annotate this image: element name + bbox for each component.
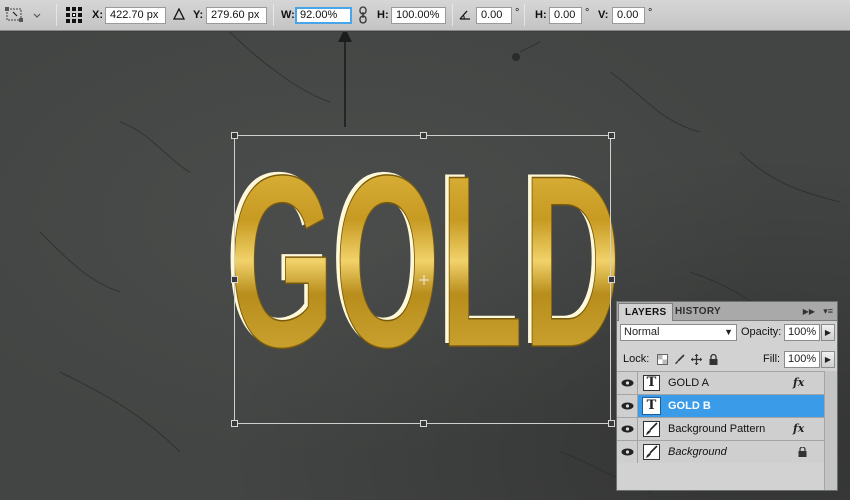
transform-handle-top-right[interactable]	[608, 132, 615, 139]
x-position-field[interactable]: 422.70 px	[105, 7, 166, 24]
layer-effects-icon[interactable]: fx	[793, 376, 804, 389]
width-scale-field[interactable]: 92.00%	[295, 7, 352, 24]
y-position-field[interactable]: 279.60 px	[206, 7, 267, 24]
link-icon[interactable]	[359, 6, 367, 24]
vertical-skew-label: V:	[598, 9, 609, 21]
tool-preset-picker[interactable]	[4, 5, 50, 25]
fill-field[interactable]: 100%	[784, 351, 820, 368]
layer-row-gold-b[interactable]: T GOLD B ▼	[617, 394, 837, 417]
fill-slider-button[interactable]: ▶	[821, 351, 835, 368]
tab-history[interactable]: HISTORY	[669, 303, 727, 321]
collapse-icon[interactable]: ▶▶	[803, 307, 815, 316]
layer-lock-icon	[798, 447, 807, 457]
degree-symbol: °	[515, 7, 520, 19]
lock-brush-icon[interactable]	[674, 354, 685, 365]
opacity-label: Opacity:	[741, 326, 782, 338]
lock-options	[657, 353, 719, 365]
brush-layer-thumbnail-icon	[643, 444, 660, 460]
lock-label: Lock:	[623, 353, 650, 365]
width-label: W:	[281, 9, 295, 21]
relative-positioning-icon[interactable]	[173, 8, 185, 20]
layer-name: Background	[668, 446, 727, 458]
transform-tool-icon	[5, 7, 23, 22]
brush-layer-thumbnail-icon	[643, 421, 660, 437]
options-bar: X: 422.70 px Y: 279.60 px W: 92.00% H: 1…	[0, 0, 850, 31]
rotate-angle-icon	[459, 10, 470, 20]
lock-transparent-icon[interactable]	[657, 354, 668, 365]
opacity-field[interactable]: 100%	[784, 324, 820, 341]
degree-symbol: °	[648, 7, 653, 19]
layer-name: GOLD B	[668, 400, 711, 412]
layer-name: GOLD A	[668, 377, 709, 389]
layer-effects-icon[interactable]: fx	[793, 422, 804, 435]
x-label: X:	[92, 9, 103, 21]
height-label: H:	[377, 9, 389, 21]
layers-panel: LAYERS HISTORY ▶▶ ▾≡ Normal ▼ Opacity: 1…	[616, 301, 838, 491]
layer-row-gold-a[interactable]: T GOLD A fx ▼	[617, 371, 837, 394]
layer-row-background[interactable]: Background	[617, 440, 837, 463]
panel-tab-bar: LAYERS HISTORY ▶▶ ▾≡	[617, 302, 837, 321]
y-label: Y:	[193, 9, 204, 21]
transform-handle-left[interactable]	[231, 276, 238, 283]
separator	[452, 4, 453, 26]
degree-symbol: °	[585, 7, 590, 19]
visibility-eye-icon[interactable]	[617, 441, 638, 463]
height-scale-field[interactable]: 100.00%	[391, 7, 446, 24]
transform-handle-bottom[interactable]	[420, 420, 427, 427]
lock-move-icon[interactable]	[691, 354, 702, 365]
transform-handle-top[interactable]	[420, 132, 427, 139]
text-layer-thumbnail-icon: T	[642, 397, 661, 415]
separator	[524, 4, 525, 26]
layers-scrollbar[interactable]	[824, 371, 837, 490]
transform-handle-top-left[interactable]	[231, 132, 238, 139]
rotate-field[interactable]: 0.00	[476, 7, 512, 24]
vertical-skew-field[interactable]: 0.00	[612, 7, 645, 24]
tab-layers[interactable]: LAYERS	[618, 303, 674, 321]
horizontal-skew-field[interactable]: 0.00	[549, 7, 582, 24]
layer-row-background-pattern[interactable]: Background Pattern fx ▼	[617, 417, 837, 440]
layers-list: T GOLD A fx ▼ T GOLD B ▼ Background Patt…	[617, 371, 837, 463]
transform-bounding-box[interactable]	[234, 135, 611, 424]
transform-handle-right[interactable]	[608, 276, 615, 283]
visibility-eye-icon[interactable]	[617, 395, 638, 417]
layer-name: Background Pattern	[668, 423, 766, 435]
blend-mode-value: Normal	[624, 326, 660, 338]
separator	[273, 4, 274, 26]
reference-point-locator[interactable]	[66, 7, 83, 24]
transform-handle-bottom-right[interactable]	[608, 420, 615, 427]
opacity-slider-button[interactable]: ▶	[821, 324, 835, 341]
text-layer-thumbnail-icon: T	[643, 375, 660, 391]
transform-handle-bottom-left[interactable]	[231, 420, 238, 427]
chevron-down-icon: ▼	[724, 327, 733, 337]
separator	[56, 4, 57, 26]
visibility-eye-icon[interactable]	[617, 372, 638, 394]
blend-mode-select[interactable]: Normal ▼	[620, 324, 737, 341]
lock-all-icon[interactable]	[708, 353, 719, 365]
visibility-eye-icon[interactable]	[617, 418, 638, 440]
horizontal-skew-label: H:	[535, 9, 547, 21]
chevron-down-icon	[33, 13, 41, 18]
panel-menu-icon[interactable]: ▾≡	[823, 306, 833, 317]
fill-label: Fill:	[763, 353, 781, 365]
